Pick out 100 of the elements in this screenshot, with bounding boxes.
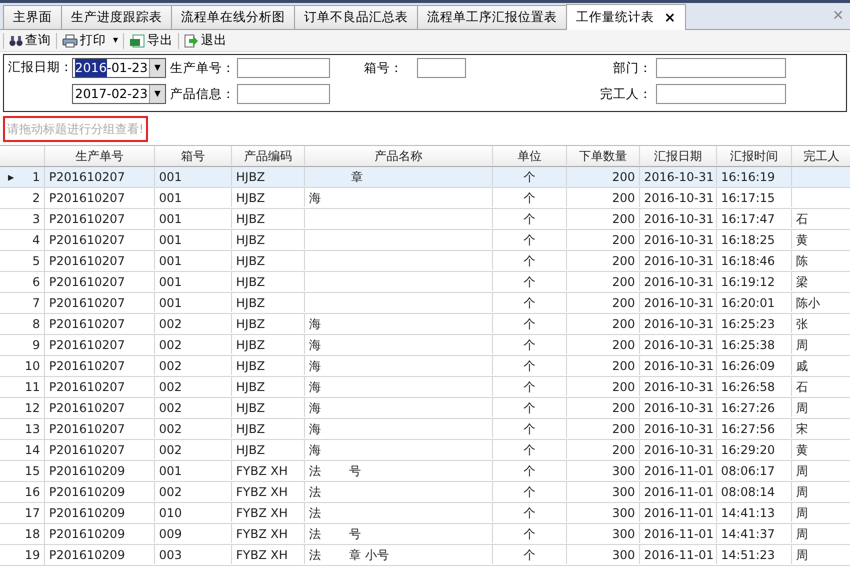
table-cell: 200 — [567, 188, 640, 207]
column-header[interactable]: 产品名称 — [305, 146, 493, 165]
input-field[interactable] — [656, 84, 786, 104]
tab[interactable]: 流程单工序汇报位置表 — [417, 5, 567, 29]
table-cell: P201610209 — [45, 524, 155, 543]
table-row[interactable]: 5 P201610207 001 HJBZ 个 200 2016-10-31 16:18:46 陈 — [0, 251, 850, 272]
table-cell: 300 — [567, 461, 640, 480]
table-cell: HJBZ — [232, 356, 305, 375]
table-cell-text: 黄 — [796, 442, 808, 458]
column-header[interactable]: 单位 — [493, 146, 567, 165]
table-cell: 200 — [567, 314, 640, 333]
table-cell: 16:17:47 — [717, 209, 792, 228]
tab[interactable]: 订单不良品汇总表 — [294, 5, 418, 29]
table-cell: P201610207 — [45, 167, 155, 186]
search-button[interactable]: 查询 — [7, 31, 53, 50]
table-cell: P201610207 — [45, 188, 155, 207]
table-cell-text: 海 — [309, 316, 321, 332]
table-cell: 200 — [567, 272, 640, 291]
exit-button[interactable]: 退出 — [182, 31, 230, 50]
input-field[interactable] — [417, 58, 466, 78]
table-cell: P201610207 — [45, 314, 155, 333]
table-cell: 200 — [567, 356, 640, 375]
table-cell: HJBZ — [232, 314, 305, 333]
table-cell: 个 — [493, 272, 567, 291]
row-number: 4 — [32, 232, 40, 248]
table-row[interactable]: 9 P201610207 002 HJBZ 海 个 200 2016-10-31 16:25:38 周 — [0, 335, 850, 356]
row-number: 7 — [32, 294, 40, 312]
table-row[interactable]: 4 P201610207 001 HJBZ 个 200 2016-10-31 16:18:25 黄 — [0, 230, 850, 251]
table-cell: 200 — [567, 293, 640, 312]
table-row[interactable]: 15 P201610209 001 FYBZ XH 法 号 个 300 2016-11-01 08:06:17 周 — [0, 461, 850, 482]
column-header[interactable]: 完工人 — [792, 146, 850, 165]
table-row[interactable]: 17 P201610209 010 FYBZ XH 法 个 300 2016-11-01 14:41:13 周 — [0, 503, 850, 524]
table-cell: HJBZ — [232, 167, 305, 186]
table-cell: 200 — [567, 167, 640, 186]
input-field[interactable] — [656, 58, 786, 78]
table-cell-text: 海 — [309, 400, 321, 416]
table-cell: 200 — [567, 251, 640, 270]
row-number: 9 — [32, 336, 40, 354]
table-row[interactable]: 19 P201610209 003 FYBZ XH 法 章 小号 个 300 2016-11-01 14:51:23 周 — [0, 545, 850, 566]
table-cell-text: 梁 — [796, 274, 808, 290]
input-field[interactable] — [237, 58, 330, 78]
table-cell: 个 — [493, 188, 567, 207]
table-cell: HJBZ — [232, 335, 305, 354]
table-row[interactable]: 18 P201610209 009 FYBZ XH 法 号 个 300 2016-11-01 14:41:37 周 — [0, 524, 850, 545]
table-row[interactable]: 10 P201610207 002 HJBZ 海 个 200 2016-10-31 16:26:09 戚 — [0, 356, 850, 377]
table-cell: 16:18:46 — [717, 251, 792, 270]
table-cell: P201610207 — [45, 209, 155, 228]
column-header[interactable]: 产品编码 — [232, 146, 305, 165]
tab[interactable]: 流程单在线分析图 — [171, 5, 295, 29]
table-cell: 002 — [155, 398, 232, 417]
close-icon[interactable]: × — [664, 10, 676, 24]
column-header[interactable]: 汇报时间 — [717, 146, 792, 165]
field-label: 生产单号： — [170, 58, 235, 77]
date-field[interactable]: 2017-02-23 ▼ — [72, 84, 166, 104]
row-number: 16 — [24, 484, 40, 500]
tab[interactable]: 主界面 — [3, 5, 62, 29]
table-cell-text: 海 — [309, 378, 321, 396]
table-row[interactable]: 16 P201610209 002 FYBZ XH 法 个 300 2016-11-01 08:08:14 周 — [0, 482, 850, 503]
table-row[interactable]: 3 P201610207 001 HJBZ 个 200 2016-10-31 16:17:47 石 — [0, 209, 850, 230]
table-row[interactable]: 14 P201610207 002 HJBZ 海 个 200 2016-10-31 16:29:20 黄 — [0, 440, 850, 461]
table-cell: 2016-10-31 — [640, 209, 717, 228]
tab[interactable]: 工作量统计表 × — [566, 4, 686, 30]
table-row[interactable]: ▸ 1 P201610207 001 HJBZ 章 个 200 2016-10-31 16:16:19 — [0, 167, 850, 188]
table-cell: P201610207 — [45, 251, 155, 270]
tab[interactable]: 生产进度跟踪表 — [61, 5, 172, 29]
table-cell: 个 — [493, 167, 567, 186]
table-cell-text: 法 — [309, 546, 321, 564]
table-row[interactable]: 8 P201610207 002 HJBZ 海 个 200 2016-10-31 16:25:23 张 — [0, 314, 850, 335]
table-row[interactable]: 11 P201610207 002 HJBZ 海 个 200 2016-10-31 16:26:58 石 — [0, 377, 850, 398]
date-field[interactable]: 2016-01-23 ▼ — [72, 58, 166, 78]
table-row[interactable]: 12 P201610207 002 HJBZ 海 个 200 2016-10-31 16:27:26 周 — [0, 398, 850, 419]
field-label: 箱号： — [364, 58, 403, 77]
table-cell: HJBZ — [232, 377, 305, 396]
table-cell: 2016-10-31 — [640, 419, 717, 438]
table-cell: 16:27:26 — [717, 398, 792, 417]
row-pointer-icon: ▸ — [8, 168, 14, 186]
table-cell: 2016-10-31 — [640, 440, 717, 459]
row-number: 3 — [32, 210, 40, 228]
column-header[interactable]: 汇报日期 — [640, 146, 717, 165]
export-button[interactable]: 导出 — [127, 31, 176, 50]
column-header[interactable]: 下单数量 — [567, 146, 640, 165]
table-cell: 16:26:09 — [717, 356, 792, 375]
table-cell: 2016-10-31 — [640, 251, 717, 270]
table-cell-text: 石 — [796, 378, 808, 396]
table-row[interactable]: 2 P201610207 001 HJBZ 海 个 200 2016-10-31 16:17:15 — [0, 188, 850, 209]
table-cell: 2016-10-31 — [640, 335, 717, 354]
table-cell: FYBZ XH — [232, 503, 305, 522]
table-row[interactable]: 13 P201610207 002 HJBZ 海 个 200 2016-10-31 16:27:56 宋 — [0, 419, 850, 440]
table-cell: 2016-11-01 — [640, 482, 717, 501]
input-field[interactable] — [237, 84, 330, 104]
table-row[interactable]: 7 P201610207 001 HJBZ 个 200 2016-10-31 16:20:01 陈小 — [0, 293, 850, 314]
column-header[interactable]: 箱号 — [155, 146, 232, 165]
column-header[interactable]: 生产单号 — [45, 146, 155, 165]
row-number: 6 — [32, 274, 40, 290]
table-cell-text: 章 小号 — [349, 546, 389, 564]
table-cell: P201610207 — [45, 419, 155, 438]
print-button[interactable]: 打印 — [60, 31, 108, 50]
caret-icon[interactable]: ▾ — [113, 33, 118, 48]
table-row[interactable]: 6 P201610207 001 HJBZ 个 200 2016-10-31 16:19:12 梁 — [0, 272, 850, 293]
table-cell-text: 黄 — [796, 232, 808, 248]
